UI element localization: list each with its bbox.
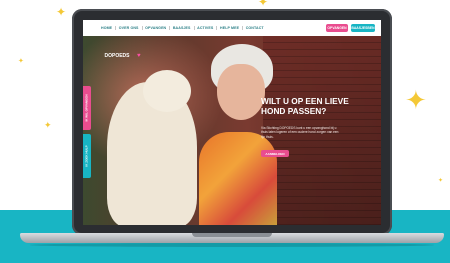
nav-link-help-mee[interactable]: HELP MEE (220, 26, 239, 30)
nav-button-opvangen[interactable]: OPVANGEN (326, 24, 348, 32)
nav-link-home[interactable]: HOME (101, 26, 112, 30)
woman-shirt (199, 132, 277, 225)
sparkle-icon: ✦ (438, 177, 444, 184)
woman-face (217, 64, 265, 120)
side-tab-hulp[interactable]: IK ZOEK HULP (83, 134, 91, 178)
nav-link-contact[interactable]: CONTACT (246, 26, 264, 30)
side-tab-hulp-label: IK ZOEK HULP (85, 145, 90, 167)
nav-link-actives[interactable]: ACTIVES (197, 26, 213, 30)
site-logo[interactable]: DOPOEDS (93, 49, 141, 63)
sparkle-icon: ✦ (258, 0, 269, 9)
sparkle-icon: ✦ (44, 121, 52, 131)
heart-logo-icon: ♥ (137, 53, 141, 59)
side-tab-opvangen-label: IK WIL OPVANGEN (85, 94, 89, 122)
sparkle-icon: ✦ (405, 86, 427, 116)
dog-head (143, 70, 191, 112)
nav-link-over-ons[interactable]: OVER ONS (119, 26, 139, 30)
sparkle-icon: ✦ (56, 5, 67, 19)
hero-headline-line2: HOND PASSEN? (261, 105, 327, 116)
laptop-screen: HOME OVER ONS OPVANGEN BAASJES ACTIVES H… (83, 20, 381, 225)
side-tab-opvangen[interactable]: IK WIL OPVANGEN (83, 86, 91, 130)
hero-body-text: Via Stichting DOPOEDS kunt u een opvangh… (261, 126, 339, 139)
nav-link-opvangen[interactable]: OPVANGEN (145, 26, 166, 30)
laptop-base-notch (192, 233, 272, 237)
nav-link-baasjes[interactable]: BAASJES (173, 26, 191, 30)
laptop-shadow (30, 243, 434, 247)
nav-links: HOME OVER ONS OPVANGEN BAASJES ACTIVES H… (83, 26, 264, 30)
site-navigation: HOME OVER ONS OPVANGEN BAASJES ACTIVES H… (83, 20, 381, 36)
sparkle-icon: ✦ (18, 57, 24, 65)
hero-headline: WILT U OP EEN LIEVE HOND PASSEN? (261, 96, 361, 116)
aanmelden-button[interactable]: AANMELDEN (261, 150, 289, 157)
nav-button-baasjes[interactable]: BAASJESBEN (351, 24, 375, 32)
